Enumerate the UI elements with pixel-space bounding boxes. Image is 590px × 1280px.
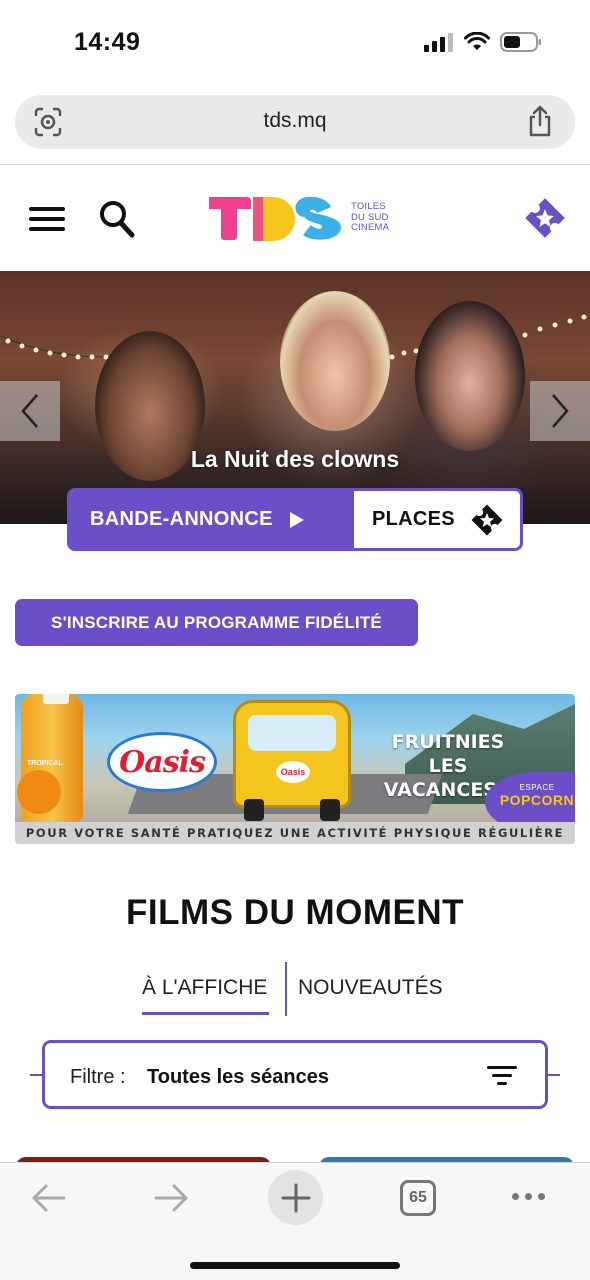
tds-logo-mark (209, 196, 341, 241)
section-title: FILMS DU MOMENT (125, 893, 465, 932)
plus-icon (281, 1183, 310, 1212)
play-icon (289, 511, 304, 528)
tabs-overview-button[interactable]: 65 (400, 1180, 436, 1216)
status-icons (424, 31, 542, 53)
carousel-next-button[interactable] (530, 381, 590, 441)
logo-subtitle-line: CINEMA (351, 222, 390, 234)
forward-arrow-icon[interactable] (154, 1183, 190, 1218)
address-bar[interactable]: tds.mq (15, 95, 575, 149)
filter-icon (487, 1065, 517, 1092)
tickets-button[interactable]: PLACES (354, 491, 520, 548)
search-icon[interactable] (98, 199, 136, 244)
filter-label: Filtre : (70, 1066, 126, 1088)
tab-new-releases[interactable]: NOUVEAUTÉS (298, 976, 443, 1000)
new-tab-button[interactable] (268, 1170, 323, 1225)
ad-banner[interactable]: TROPICAL Oasis Oasis FRUITNIES LES VACAN… (15, 694, 575, 844)
ad-disclaimer: POUR VOTRE SANTÉ PRATIQUEZ UNE ACTIVITÉ … (15, 822, 575, 844)
tab-divider (285, 962, 287, 1016)
battery-icon (500, 32, 541, 52)
hero-actions: BANDE-ANNONCE PLACES (67, 488, 523, 551)
hero-figure (415, 301, 525, 451)
ad-popcorn-small: ESPACE (519, 783, 555, 792)
hero-movie-title[interactable]: La Nuit des clowns (0, 446, 590, 473)
status-time: 14:49 (74, 28, 141, 56)
cellular-signal-icon (424, 33, 453, 52)
ad-mascot (17, 770, 61, 814)
ticket-icon[interactable] (522, 195, 568, 246)
back-arrow-icon[interactable] (30, 1183, 66, 1218)
home-indicator (190, 1262, 400, 1269)
wifi-icon (464, 32, 490, 50)
ticket-icon (471, 504, 503, 535)
filter-value: Toutes les séances (147, 1066, 329, 1088)
hero-figure (280, 291, 390, 431)
logo-subtitle: TOILES DU SUD CINEMA (351, 202, 389, 234)
filter-select[interactable]: Filtre : Toutes les séances (42, 1040, 548, 1109)
tickets-label: PLACES (372, 508, 455, 530)
ad-headline-line: FRUITNIES (391, 731, 505, 753)
url-text[interactable]: tds.mq (15, 109, 575, 133)
menu-icon[interactable] (29, 207, 65, 231)
site-logo[interactable]: TOILES DU SUD CINEMA (207, 193, 389, 243)
more-options-icon[interactable] (512, 1193, 545, 1200)
chevron-left-icon (21, 394, 38, 428)
ad-popcorn-big: POPCORN (499, 792, 575, 808)
hero-carousel[interactable]: La Nuit des clowns (0, 271, 590, 524)
tab-now-showing[interactable]: À L'AFFICHE (142, 976, 270, 1015)
status-bar: 14:49 (0, 0, 590, 86)
share-icon[interactable] (527, 105, 553, 142)
ad-brand-logo: Oasis (107, 732, 217, 792)
carousel-prev-button[interactable] (0, 381, 60, 441)
loyalty-signup-button[interactable]: S'INSCRIRE AU PROGRAMME FIDÉLITÉ (15, 599, 418, 646)
ad-car-badge: Oasis (276, 761, 310, 783)
trailer-button[interactable]: BANDE-ANNONCE (70, 491, 354, 548)
site-header: TOILES DU SUD CINEMA (0, 165, 590, 271)
chevron-right-icon (552, 394, 569, 428)
movie-tabs: À L'AFFICHE NOUVEAUTÉS (0, 962, 590, 1016)
ad-car: Oasis (233, 700, 351, 821)
browser-toolbar: 65 (0, 1162, 590, 1280)
trailer-label: BANDE-ANNONCE (90, 508, 273, 530)
ad-bottle-label: TROPICAL (27, 760, 63, 767)
